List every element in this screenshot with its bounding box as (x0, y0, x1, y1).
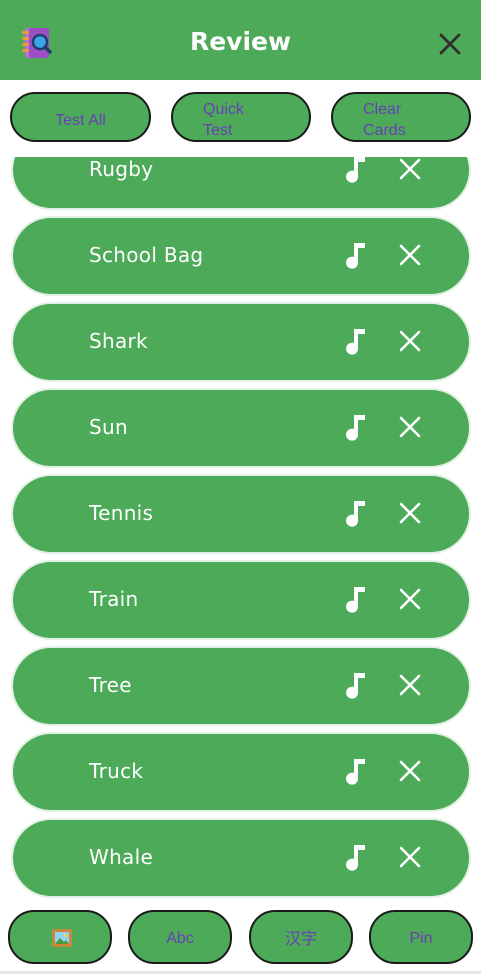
word-label: Train (89, 587, 139, 611)
close-icon[interactable] (399, 244, 421, 266)
music-note-icon[interactable] (345, 584, 369, 614)
quick-test-line2: Test (203, 122, 233, 139)
word-card[interactable]: School Bag (13, 218, 469, 294)
close-icon[interactable] (399, 760, 421, 782)
framed-picture-icon (52, 929, 72, 947)
image-mode-button[interactable] (8, 910, 112, 964)
page-title: Review (189, 27, 292, 56)
word-label: Shark (89, 329, 148, 353)
pin-label: Pin (409, 930, 433, 947)
word-label: Truck (89, 759, 144, 783)
clear-cards-button[interactable]: Clear Cards (331, 92, 471, 142)
clear-cards-line1: Clear (363, 101, 402, 118)
word-card[interactable]: Truck (13, 734, 469, 810)
word-card[interactable]: Tree (13, 648, 469, 724)
close-icon[interactable] (399, 846, 421, 868)
close-icon[interactable] (436, 30, 464, 58)
word-label: School Bag (89, 243, 204, 267)
abc-mode-button[interactable]: Abc (128, 910, 232, 964)
music-note-icon[interactable] (345, 326, 369, 356)
pin-mode-button[interactable]: Pin (369, 910, 473, 964)
abc-label: Abc (166, 930, 194, 947)
quick-test-line1: Quick (203, 101, 244, 118)
test-all-button[interactable]: Test All (10, 92, 151, 142)
quick-test-button[interactable]: Quick Test (171, 92, 311, 142)
close-icon[interactable] (399, 158, 421, 180)
word-label: Rugby (89, 157, 154, 181)
quick-test-label: Quick Test (203, 99, 291, 141)
close-icon[interactable] (399, 502, 421, 524)
word-list[interactable]: Rugby School Bag Shark Sun Tennis Train … (0, 157, 481, 898)
word-label: Tennis (89, 501, 154, 525)
word-label: Tree (89, 673, 132, 697)
music-note-icon[interactable] (345, 842, 369, 872)
word-card[interactable]: Shark (13, 304, 469, 380)
word-card[interactable]: Sun (13, 390, 469, 466)
music-note-icon[interactable] (345, 756, 369, 786)
music-note-icon[interactable] (345, 498, 369, 528)
word-label: Whale (89, 845, 154, 869)
music-note-icon[interactable] (345, 670, 369, 700)
music-note-icon[interactable] (345, 412, 369, 442)
app-bar: Review (0, 0, 481, 80)
word-card[interactable]: Rugby (13, 157, 469, 208)
close-icon[interactable] (399, 588, 421, 610)
word-card[interactable]: Train (13, 562, 469, 638)
clear-cards-label: Clear Cards (363, 99, 451, 141)
close-icon[interactable] (399, 674, 421, 696)
clear-cards-line2: Cards (363, 122, 406, 139)
word-card[interactable]: Tennis (13, 476, 469, 552)
word-card[interactable]: Whale (13, 820, 469, 896)
test-all-label: Test All (55, 112, 106, 129)
music-note-icon[interactable] (345, 240, 369, 270)
close-icon[interactable] (399, 416, 421, 438)
close-icon[interactable] (399, 330, 421, 352)
word-label: Sun (89, 415, 128, 439)
music-note-icon[interactable] (345, 157, 369, 184)
hanzi-label: 汉字 (284, 929, 317, 948)
hanzi-mode-button[interactable]: 汉字 (249, 910, 353, 964)
